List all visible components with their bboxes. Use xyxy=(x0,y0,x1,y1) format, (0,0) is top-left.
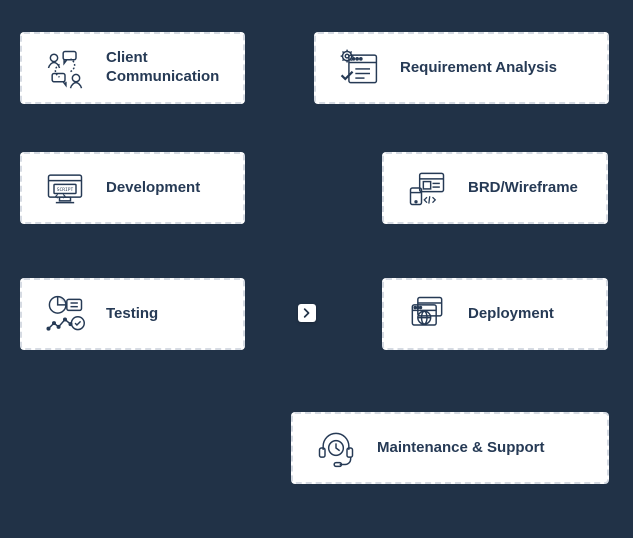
step-requirement-analysis: Requirement Analysis xyxy=(314,32,609,104)
step-label: ClientCommunication xyxy=(106,49,219,87)
globe-windows-icon xyxy=(404,291,450,337)
step-label: Deployment xyxy=(468,305,554,324)
gear-doc-icon xyxy=(336,45,382,91)
step-label: Requirement Analysis xyxy=(400,59,557,78)
chart-test-icon xyxy=(42,291,88,337)
step-label: Development xyxy=(106,179,200,198)
svg-text:SCRIPT: SCRIPT xyxy=(57,187,74,193)
headset-clock-icon xyxy=(313,425,359,471)
script-monitor-icon: SCRIPT xyxy=(42,165,88,211)
wireframe-code-icon xyxy=(404,165,450,211)
step-testing: Testing xyxy=(20,278,245,350)
step-development: SCRIPT Development xyxy=(20,152,245,224)
step-label: Testing xyxy=(106,305,158,324)
step-maintenance-support: Maintenance & Support xyxy=(291,412,609,484)
chat-people-icon xyxy=(42,45,88,91)
step-brd-wireframe: BRD/Wireframe xyxy=(382,152,608,224)
arrow-right-icon xyxy=(298,304,316,322)
step-label: Maintenance & Support xyxy=(377,439,545,458)
step-deployment: Deployment xyxy=(382,278,608,350)
step-client-communication: ClientCommunication xyxy=(20,32,245,104)
step-label: BRD/Wireframe xyxy=(468,179,578,198)
